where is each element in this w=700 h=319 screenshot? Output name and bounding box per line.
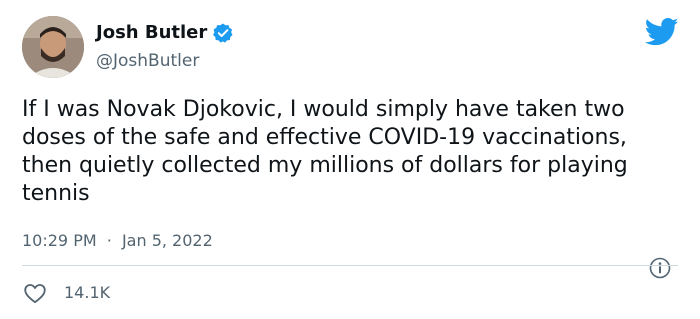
tweet-timestamp[interactable]: 10:29 PM · Jan 5, 2022	[22, 229, 213, 253]
twitter-bird-icon[interactable]	[644, 17, 679, 47]
tweet-time: 10:29 PM	[22, 231, 97, 250]
tweet-date: Jan 5, 2022	[121, 231, 213, 250]
like-button[interactable]: 14.1K	[22, 279, 110, 307]
tweet-card: Josh Butler @JoshButler If I was Novak D…	[0, 0, 700, 319]
info-icon[interactable]	[648, 256, 672, 280]
user-handle[interactable]: @JoshButler	[96, 48, 199, 74]
avatar[interactable]	[22, 16, 84, 78]
name-row: Josh Butler	[96, 19, 234, 47]
meta-separator: ·	[106, 231, 112, 250]
verified-badge-icon	[212, 22, 234, 44]
tweet-text: If I was Novak Djokovic, I would simply …	[22, 97, 628, 206]
like-count: 14.1K	[64, 283, 111, 302]
heart-icon[interactable]	[22, 280, 48, 306]
display-name[interactable]: Josh Butler	[96, 19, 207, 47]
divider	[22, 265, 678, 266]
